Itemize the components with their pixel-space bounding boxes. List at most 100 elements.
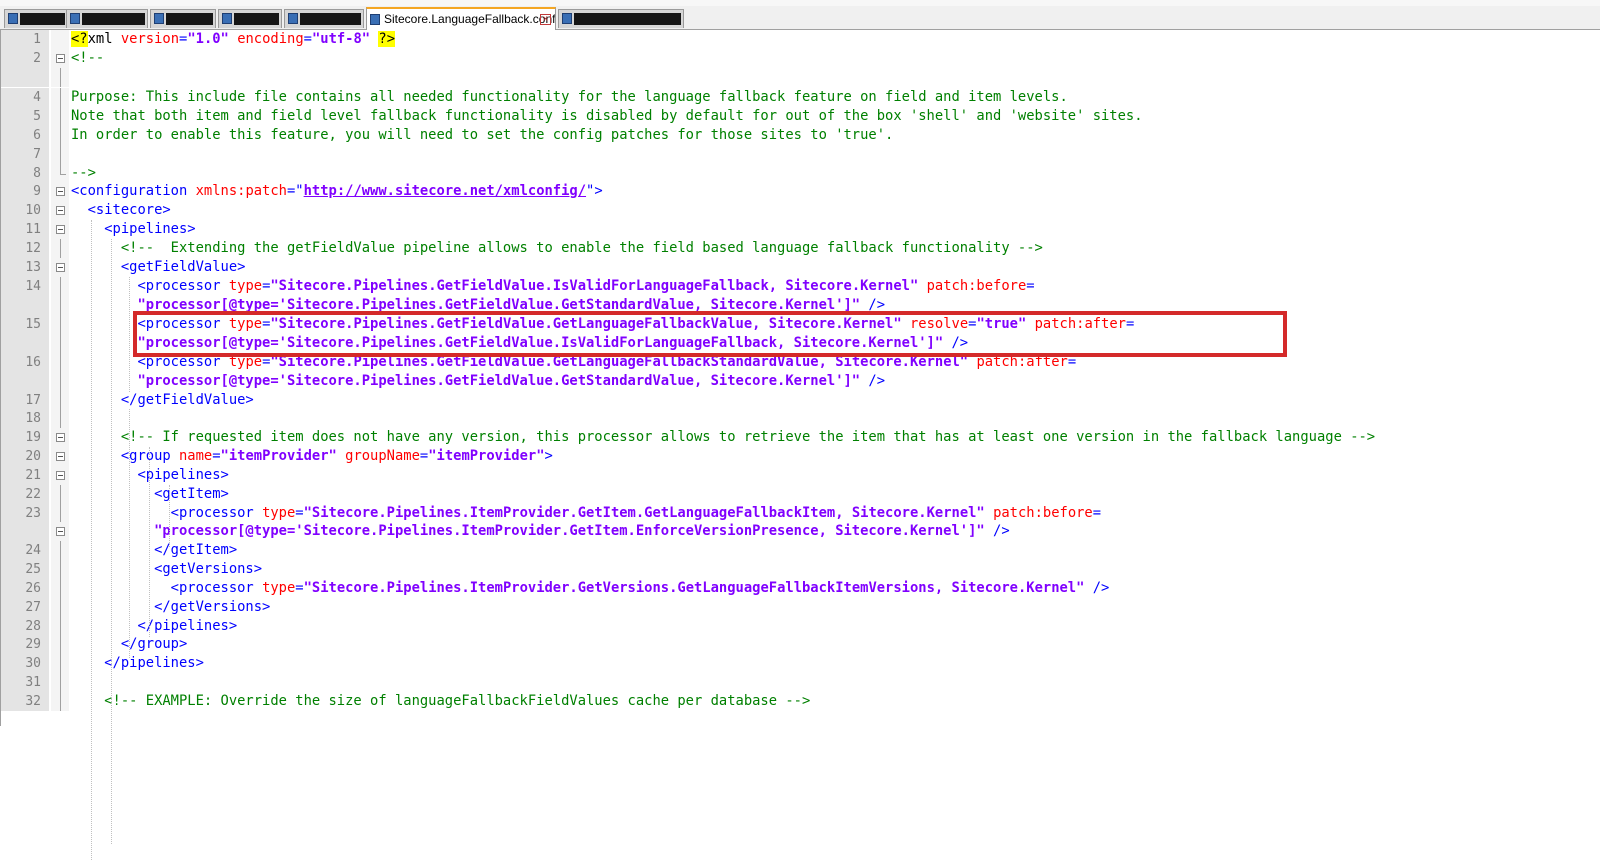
token-text: xml xyxy=(87,31,121,47)
token-tag: <group xyxy=(71,448,179,464)
line-number: 18 xyxy=(1,409,49,428)
code-line: "processor[@type='Sitecore.Pipelines.Get… xyxy=(1,334,1600,353)
code-line: 17 </getFieldValue> xyxy=(1,391,1600,410)
code-text[interactable]: "processor[@type='Sitecore.Pipelines.Get… xyxy=(71,372,885,391)
token-attr: patch:before xyxy=(993,505,1093,521)
token-val: "processor[@type='Sitecore.Pipelines.Get… xyxy=(71,335,944,351)
line-number: 23 xyxy=(1,504,49,523)
line-number: 12 xyxy=(1,239,49,258)
code-text[interactable]: Note that both item and field level fall… xyxy=(71,107,1143,126)
close-icon[interactable]: × xyxy=(540,14,551,25)
line-number: 17 xyxy=(1,391,49,410)
line-number: 1 xyxy=(1,30,49,49)
line-number: 15 xyxy=(1,315,49,334)
token-tag: /> xyxy=(1084,580,1110,596)
token-decl: ?> xyxy=(378,31,396,47)
collapse-icon[interactable] xyxy=(56,433,65,442)
fold-margin xyxy=(51,239,69,258)
token-com: Purpose: This include file contains all … xyxy=(71,89,1068,105)
line-number xyxy=(1,68,49,87)
line-number: 31 xyxy=(1,673,49,692)
collapse-icon[interactable] xyxy=(56,225,65,234)
tab-label: Sitecore.LanguageFallback.config xyxy=(384,12,556,26)
tab-3[interactable] xyxy=(150,9,216,28)
line-number: 32 xyxy=(1,692,49,711)
line-number: 8 xyxy=(1,164,49,183)
code-text[interactable]: "processor[@type='Sitecore.Pipelines.Ite… xyxy=(71,522,1010,541)
code-text[interactable]: In order to enable this feature, you wil… xyxy=(71,126,893,145)
code-text[interactable]: <!-- If requested item does not have any… xyxy=(71,428,1375,447)
code-text[interactable]: <!-- xyxy=(71,49,104,68)
line-number: 20 xyxy=(1,447,49,466)
code-editor[interactable]: 1 <?xml version="1.0" encoding="utf-8" ?>… xyxy=(0,30,1600,860)
fold-margin xyxy=(51,201,69,220)
tab-5[interactable] xyxy=(284,9,364,28)
code-text[interactable]: <?xml version="1.0" encoding="utf-8" ?> xyxy=(71,30,396,49)
tab-2[interactable] xyxy=(66,9,148,28)
code-text[interactable]: <getVersions> xyxy=(71,560,262,579)
code-text[interactable]: --> xyxy=(71,164,96,183)
indent-guide xyxy=(111,239,112,844)
code-text[interactable]: <processor type = "Sitecore.Pipelines.GetF… xyxy=(71,315,1134,334)
code-line: "processor[@type='Sitecore.Pipelines.Get… xyxy=(1,372,1600,391)
code-line: 10 <sitecore> xyxy=(1,201,1600,220)
fold-line xyxy=(60,409,61,428)
code-text[interactable]: "processor[@type='Sitecore.Pipelines.Get… xyxy=(71,296,885,315)
code-text[interactable]: <processor type = "Sitecore.Pipelines.GetF… xyxy=(71,277,1034,296)
token-punc: = xyxy=(1125,316,1135,332)
code-text[interactable]: Purpose: This include file contains all … xyxy=(71,88,1068,107)
token-punc: = xyxy=(212,448,221,464)
code-text[interactable]: </getFieldValue> xyxy=(71,391,254,410)
token-val: "processor[@type='Sitecore.Pipelines.Get… xyxy=(71,297,861,313)
fold-margin xyxy=(51,504,69,523)
code-text[interactable]: <processor type = "Sitecore.Pipelines.GetF… xyxy=(71,353,1076,372)
code-line: 13 <getFieldValue> xyxy=(1,258,1600,277)
code-text[interactable]: <!-- EXAMPLE: Override the size of langu… xyxy=(71,692,810,711)
fold-margin xyxy=(51,353,69,372)
code-line: 19 <!-- If requested item does not have … xyxy=(1,428,1600,447)
file-icon xyxy=(70,13,80,24)
code-text[interactable]: <getFieldValue> xyxy=(71,258,246,277)
code-text[interactable]: <processor type="Sitecore.Pipelines.Item… xyxy=(71,579,1110,598)
file-icon xyxy=(222,13,232,24)
tab-1[interactable] xyxy=(4,9,68,28)
tab-4[interactable] xyxy=(218,9,282,28)
token-val: "processor[@type='Sitecore.Pipelines.Get… xyxy=(71,373,861,389)
fold-margin xyxy=(51,296,69,315)
collapse-icon[interactable] xyxy=(56,263,65,272)
fold-line xyxy=(60,541,61,560)
collapse-icon[interactable] xyxy=(56,54,65,63)
fold-margin xyxy=(51,164,69,183)
code-text[interactable]: <group name="itemProvider" groupName="it… xyxy=(71,447,553,466)
code-text[interactable]: </pipelines> xyxy=(71,617,237,636)
fold-margin xyxy=(51,692,69,711)
code-line: 29 </group> xyxy=(1,635,1600,654)
code-text[interactable]: <pipelines> xyxy=(71,220,195,239)
code-text[interactable]: <!-- Extending the getFieldValue pipelin… xyxy=(71,239,1043,258)
fold-line xyxy=(60,107,61,126)
fold-margin xyxy=(51,428,69,447)
indent-guide xyxy=(129,409,130,658)
collapse-icon[interactable] xyxy=(56,206,65,215)
code-text[interactable]: </getVersions> xyxy=(71,598,270,617)
tab-label-redacted xyxy=(574,13,681,25)
code-text[interactable]: </getItem> xyxy=(71,541,237,560)
collapse-icon[interactable] xyxy=(56,471,65,480)
collapse-icon[interactable] xyxy=(56,452,65,461)
tab-active-file[interactable]: Sitecore.LanguageFallback.config × xyxy=(366,7,556,30)
code-text[interactable]: "processor[@type='Sitecore.Pipelines.Get… xyxy=(71,334,968,353)
code-text[interactable]: <processor type="Sitecore.Pipelines.Item… xyxy=(71,504,1101,523)
token-com: <!-- Extending the getFieldValue pipelin… xyxy=(71,240,1043,256)
token-val: "Sitecore.Pipelines.GetFieldValue.GetLan… xyxy=(270,354,969,370)
collapse-icon[interactable] xyxy=(56,187,65,196)
indent-guide xyxy=(129,277,130,392)
line-number: 4 xyxy=(1,88,49,107)
tab-7[interactable] xyxy=(558,9,684,28)
code-text[interactable]: <configuration xmlns:patch="http://www.s… xyxy=(71,182,603,201)
collapse-icon[interactable] xyxy=(56,527,65,536)
code-line xyxy=(1,68,1600,87)
token-punc: = xyxy=(295,580,304,596)
code-text[interactable]: <sitecore> xyxy=(71,201,171,220)
